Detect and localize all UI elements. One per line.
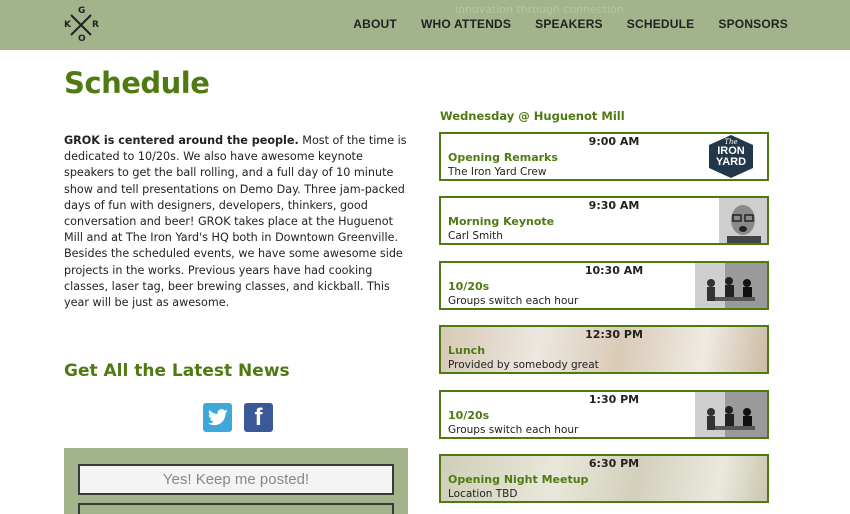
twitter-icon[interactable]: [203, 403, 232, 432]
grok-logo[interactable]: G R O K: [64, 6, 99, 44]
site-header: innovation through connection G R O K AB…: [0, 0, 850, 50]
logo-letter-o: O: [78, 34, 86, 44]
intro-paragraph: GROK is centered around the people. Most…: [64, 133, 414, 311]
group-photo: [695, 263, 767, 308]
nav-schedule[interactable]: SCHEDULE: [627, 17, 695, 31]
twitter-bird-icon: [207, 409, 228, 426]
social-links: f: [203, 403, 273, 432]
group-photo-icon: [695, 263, 767, 308]
newsletter-signup: Yes! Keep me posted!: [64, 448, 408, 514]
event-title: 10/20s: [448, 280, 490, 293]
event-subtitle: Groups switch each hour: [448, 424, 579, 436]
event-subtitle: The Iron Yard Crew: [448, 166, 547, 178]
group-photo-icon: [695, 392, 767, 437]
logo-letter-k: K: [64, 20, 71, 30]
event-subtitle: Groups switch each hour: [448, 295, 579, 307]
facebook-f-glyph: f: [254, 404, 263, 431]
event-title: Lunch: [448, 344, 486, 357]
schedule-event[interactable]: 6:30 PM Opening Night Meetup Location TB…: [439, 454, 769, 503]
news-heading: Get All the Latest News: [64, 361, 290, 381]
signup-button[interactable]: Yes! Keep me posted!: [78, 464, 394, 495]
event-title: 10/20s: [448, 409, 490, 422]
email-field[interactable]: [78, 503, 394, 514]
logo-letter-r: R: [92, 20, 99, 30]
event-time: 6:30 PM: [588, 457, 640, 470]
event-subtitle: Carl Smith: [448, 230, 503, 242]
speaker-portrait-icon: [719, 198, 767, 243]
page-title: Schedule: [64, 66, 210, 100]
header-background-text: innovation through connection: [455, 3, 624, 16]
schedule-event[interactable]: 10:30 AM 10/20s Groups switch each hour: [439, 261, 769, 310]
schedule-event[interactable]: 9:30 AM Morning Keynote Carl Smith: [439, 196, 769, 245]
speaker-photo: [695, 198, 767, 243]
intro-body: Most of the time is dedicated to 10/20s.…: [64, 134, 407, 310]
intro-lead: GROK is centered around the people.: [64, 134, 299, 147]
schedule-event[interactable]: 12:30 PM Lunch Provided by somebody grea…: [439, 325, 769, 374]
event-title: Morning Keynote: [448, 215, 555, 228]
nav-who-attends[interactable]: WHO ATTENDS: [421, 17, 511, 31]
schedule-event[interactable]: 9:00 AM Opening Remarks The Iron Yard Cr…: [439, 132, 769, 181]
facebook-icon[interactable]: f: [244, 403, 273, 432]
iron-yard-logo: The IRON YARD: [695, 134, 767, 179]
event-subtitle: Provided by somebody great: [448, 359, 599, 371]
logo-letter-g: G: [78, 6, 86, 16]
main-nav: ABOUT WHO ATTENDS SPEAKERS SCHEDULE SPON…: [353, 17, 788, 31]
event-time: 12:30 PM: [585, 328, 643, 341]
event-title: Opening Night Meetup: [448, 473, 589, 486]
nav-about[interactable]: ABOUT: [353, 17, 397, 31]
nav-speakers[interactable]: SPEAKERS: [535, 17, 603, 31]
iron-yard-yard: YARD: [715, 156, 747, 168]
nav-sponsors[interactable]: SPONSORS: [718, 17, 788, 31]
schedule-event[interactable]: 1:30 PM 10/20s Groups switch each hour: [439, 390, 769, 439]
event-subtitle: Location TBD: [448, 488, 518, 500]
event-title: Opening Remarks: [448, 151, 558, 164]
group-photo: [695, 392, 767, 437]
schedule-day-heading: Wednesday @ Huguenot Mill: [440, 109, 625, 123]
